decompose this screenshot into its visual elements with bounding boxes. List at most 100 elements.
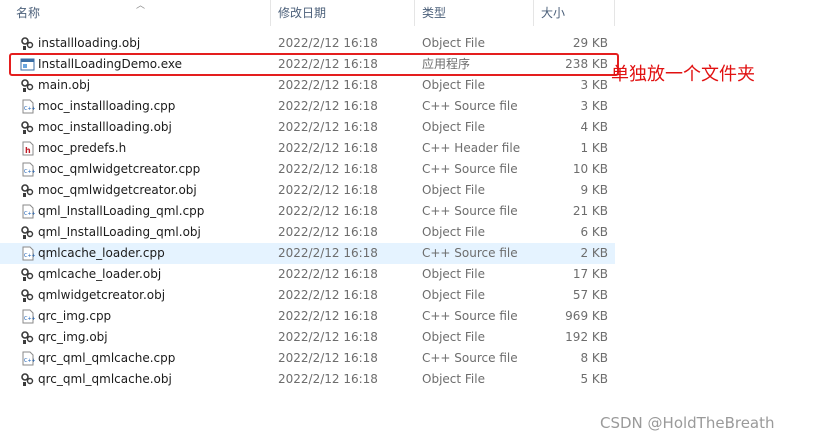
column-divider[interactable]: [614, 0, 615, 26]
file-row[interactable]: installloading.obj 2022/2/12 16:18 Object …: [0, 33, 615, 54]
file-size: 3 KB: [580, 99, 608, 113]
file-row[interactable]: qrc_img.obj 2022/2/12 16:18 Object File 192…: [0, 327, 615, 348]
file-name: qmlcache_loader.obj: [38, 267, 162, 281]
file-name: qmlwidgetcreator.obj: [38, 288, 166, 302]
file-type: C++ Source file: [422, 246, 518, 260]
svg-text:C++: C++: [24, 106, 35, 112]
file-size: 8 KB: [580, 351, 608, 365]
svg-text:C++: C++: [24, 211, 35, 217]
file-size: 17 KB: [572, 267, 608, 281]
file-modified-date: 2022/2/12 16:18: [278, 183, 378, 197]
cpp-file-icon: C++: [20, 162, 36, 177]
file-size: 3 KB: [580, 78, 608, 92]
file-size: 2 KB: [580, 246, 608, 260]
file-size: 5 KB: [580, 372, 608, 386]
file-name: installloading.obj: [38, 36, 141, 50]
file-type: Object File: [422, 267, 485, 281]
cpp-file-icon: C++: [20, 246, 36, 261]
obj-file-icon: [20, 372, 35, 387]
file-size: 29 KB: [572, 36, 608, 50]
obj-file-icon: [20, 78, 35, 93]
file-type: C++ Source file: [422, 162, 518, 176]
file-row[interactable]: moc_qmlwidgetcreator.obj 2022/2/12 16:18 O…: [0, 180, 615, 201]
file-row[interactable]: C++ moc_installloading.cpp 2022/2/12 16:18…: [0, 96, 615, 117]
file-size: 6 KB: [580, 225, 608, 239]
file-modified-date: 2022/2/12 16:18: [278, 351, 378, 365]
file-type: Object File: [422, 78, 485, 92]
file-size: 10 KB: [572, 162, 608, 176]
file-name: qml_InstallLoading_qml.cpp: [38, 204, 205, 218]
file-row[interactable]: qmlcache_loader.obj 2022/2/12 16:18 Object…: [0, 264, 615, 285]
file-type: C++ Source file: [422, 309, 518, 323]
file-type: Object File: [422, 120, 485, 134]
file-modified-date: 2022/2/12 16:18: [278, 120, 378, 134]
file-size: 1 KB: [580, 141, 608, 155]
file-name: qrc_img.obj: [38, 330, 108, 344]
file-size: 4 KB: [580, 120, 608, 134]
file-row[interactable]: C++ moc_qmlwidgetcreator.cpp 2022/2/12 16:…: [0, 159, 615, 180]
column-header-bar: 名称 ︿ 修改日期 类型 大小: [0, 0, 615, 26]
obj-file-icon: [20, 36, 35, 51]
column-divider[interactable]: [270, 0, 271, 26]
file-modified-date: 2022/2/12 16:18: [278, 225, 378, 239]
svg-text:C++: C++: [24, 253, 35, 259]
file-name: qrc_img.cpp: [38, 309, 112, 323]
file-type: Object File: [422, 183, 485, 197]
obj-file-icon: [20, 267, 35, 282]
file-modified-date: 2022/2/12 16:18: [278, 246, 378, 260]
file-type: Object File: [422, 288, 485, 302]
file-modified-date: 2022/2/12 16:18: [278, 309, 378, 323]
file-row[interactable]: C++ qrc_img.cpp 2022/2/12 16:18 C++ Source …: [0, 306, 615, 327]
file-type: C++ Header file: [422, 141, 521, 155]
column-header-size[interactable]: 大小: [537, 0, 614, 26]
file-name: moc_qmlwidgetcreator.cpp: [38, 162, 201, 176]
file-modified-date: 2022/2/12 16:18: [278, 78, 378, 92]
file-name: moc_installloading.obj: [38, 120, 172, 134]
file-size: 192 KB: [565, 330, 608, 344]
file-name: moc_installloading.cpp: [38, 99, 176, 113]
svg-text:C++: C++: [24, 169, 35, 175]
file-row[interactable]: qml_InstallLoading_qml.obj 2022/2/12 16:1…: [0, 222, 615, 243]
file-modified-date: 2022/2/12 16:18: [278, 162, 378, 176]
file-modified-date: 2022/2/12 16:18: [278, 99, 378, 113]
file-modified-date: 2022/2/12 16:18: [278, 204, 378, 218]
annotation-note: 单独放一个文件夹: [611, 64, 755, 85]
column-divider[interactable]: [414, 0, 415, 26]
obj-file-icon: [20, 120, 35, 135]
file-modified-date: 2022/2/12 16:18: [278, 372, 378, 386]
column-divider[interactable]: [533, 0, 534, 26]
file-row[interactable]: h moc_predefs.h 2022/2/12 16:18 C++ Header …: [0, 138, 615, 159]
sort-ascending-icon: ︿: [136, 1, 146, 11]
file-name: moc_predefs.h: [38, 141, 127, 155]
svg-text:C++: C++: [24, 358, 35, 364]
file-row[interactable]: moc_installloading.obj 2022/2/12 16:18 Obj…: [0, 117, 615, 138]
file-name: main.obj: [38, 78, 91, 92]
file-row[interactable]: C++ qrc_qml_qmlcache.cpp 2022/2/12 16:18 C+…: [0, 348, 615, 369]
svg-text:h: h: [25, 146, 31, 155]
file-row[interactable]: main.obj 2022/2/12 16:18 Object File 3 KB: [0, 75, 615, 96]
obj-file-icon: [20, 288, 35, 303]
file-type: Object File: [422, 372, 485, 386]
file-row[interactable]: C++ qml_InstallLoading_qml.cpp 2022/2/12 1…: [0, 201, 615, 222]
file-type: C++ Source file: [422, 351, 518, 365]
file-type: Object File: [422, 225, 485, 239]
file-name: moc_qmlwidgetcreator.obj: [38, 183, 197, 197]
obj-file-icon: [20, 183, 35, 198]
file-size: 969 KB: [565, 309, 608, 323]
file-modified-date: 2022/2/12 16:18: [278, 141, 378, 155]
cpp-file-icon: C++: [20, 309, 36, 324]
file-row[interactable]: qmlwidgetcreator.obj 2022/2/12 16:18 Objec…: [0, 285, 615, 306]
file-modified-date: 2022/2/12 16:18: [278, 288, 378, 302]
cpp-file-icon: C++: [20, 99, 36, 114]
file-type: Object File: [422, 330, 485, 344]
highlight-annotation-box: [9, 53, 619, 76]
file-size: 9 KB: [580, 183, 608, 197]
file-name: qrc_qml_qmlcache.obj: [38, 372, 172, 386]
column-header-date[interactable]: 修改日期: [274, 0, 414, 26]
obj-file-icon: [20, 225, 35, 240]
file-row[interactable]: C++ qmlcache_loader.cpp 2022/2/12 16:18 C++…: [0, 243, 615, 264]
cpp-file-icon: C++: [20, 204, 36, 219]
file-row[interactable]: qrc_qml_qmlcache.obj 2022/2/12 16:18 Objec…: [0, 369, 615, 390]
header-file-icon: h: [20, 141, 35, 156]
column-header-type[interactable]: 类型: [418, 0, 533, 26]
